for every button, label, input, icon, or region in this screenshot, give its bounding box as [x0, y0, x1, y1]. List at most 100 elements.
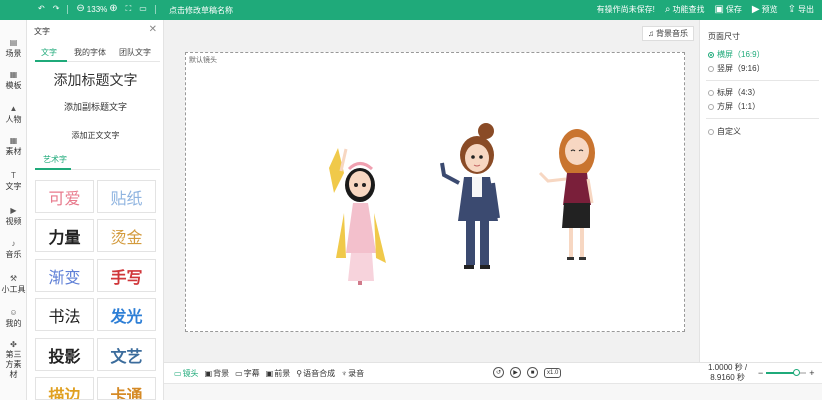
character-burgundy-girl[interactable] — [538, 129, 595, 260]
play-icon[interactable]: ▶ — [510, 367, 521, 378]
preview-label: 预览 — [761, 5, 778, 14]
total-time: 8.9160 秒 — [710, 373, 745, 382]
art-tile-cute[interactable]: 可爱 — [35, 180, 94, 213]
add-subheading-button[interactable]: 添加副标题文字 — [27, 100, 164, 113]
tab-art-text[interactable]: 艺术字 — [43, 154, 67, 165]
option-custom[interactable]: 自定义 — [708, 126, 741, 137]
video-icon: ▶ — [10, 206, 17, 215]
character-hanfu-girl[interactable] — [329, 148, 386, 285]
art-tile-shadow[interactable]: 投影 — [35, 338, 94, 371]
playback-speed[interactable]: x1.0 — [544, 367, 562, 378]
timeline-zoom: − + — [758, 368, 818, 378]
background-icon: ▣ — [204, 369, 213, 378]
canvas-area: ♫ 背景音乐 默认镜头 — [164, 20, 699, 362]
add-heading-button[interactable]: 添加标题文字 — [27, 70, 164, 90]
export-button[interactable]: ⇪ 导出 — [788, 4, 814, 15]
zoom-out-icon[interactable]: − — [758, 368, 763, 378]
tab-text[interactable]: 文字 — [41, 47, 57, 58]
tab-label: 字幕 — [243, 369, 260, 378]
nav-item-music[interactable]: ♪ 音乐 — [0, 239, 27, 260]
art-tile-literary[interactable]: 文艺 — [97, 338, 156, 371]
option-label: 方屏（1:1） — [717, 102, 761, 111]
nav-item-person[interactable]: ▲ 人物 — [0, 104, 27, 125]
art-tile-label: 可爱 — [48, 188, 81, 208]
tab-background[interactable]: ▣ 背景 — [205, 368, 230, 379]
zoom-out-icon[interactable]: ⊖ — [76, 4, 84, 14]
find-feature-label: 功能查找 — [672, 5, 705, 14]
camera-icon: ▭ — [174, 369, 182, 378]
character-business-woman[interactable] — [440, 123, 500, 269]
add-body-text-button[interactable]: 添加正文文字 — [27, 130, 164, 141]
option-label: 自定义 — [717, 127, 741, 136]
subtitle-icon[interactable]: ▭ — [139, 5, 147, 13]
art-tile-glow[interactable]: 发光 — [97, 298, 156, 331]
nav-item-tool[interactable]: ⚒ 小工具 — [0, 274, 27, 295]
nav-item-scene[interactable]: ▤ 场景 — [0, 38, 27, 59]
undo-icon[interactable]: ↶ — [38, 5, 45, 13]
tab-subtitle[interactable]: ▭ 字幕 — [235, 368, 260, 379]
toolbar-divider — [154, 4, 156, 14]
option-label: 横屏（16:9） — [717, 50, 765, 59]
nav-label: 素材 — [5, 147, 22, 156]
tab-my-fonts[interactable]: 我的字体 — [74, 47, 106, 58]
art-tile-label: 书法 — [48, 306, 81, 326]
tab-recording[interactable]: ♆ 录音 — [341, 368, 364, 379]
nav-label: 第三方素材 — [5, 350, 22, 379]
tab-label: 背景 — [213, 369, 230, 378]
zoom-slider[interactable] — [766, 369, 807, 376]
option-portrait[interactable]: 竖屏（9:16） — [708, 63, 765, 74]
nav-item-text[interactable]: T 文字 — [0, 171, 27, 192]
art-tile-cartoon[interactable]: 卡通 — [97, 377, 156, 400]
nav-item-template[interactable]: ▦ 模板 — [0, 70, 27, 91]
toolbar-right-group: 有操作尚未保存! ⌕ 功能查找 ▣ 保存 ▶ 预览 ⇪ 导出 — [597, 4, 814, 15]
nav-item-video[interactable]: ▶ 视频 — [0, 206, 27, 227]
nav-label: 小工具 — [1, 285, 26, 294]
toolbar-divider — [67, 4, 69, 14]
zoom-slider-handle[interactable] — [792, 369, 800, 376]
redo-icon[interactable]: ↷ — [53, 5, 60, 13]
close-icon[interactable]: ✕ — [149, 24, 157, 35]
art-tile-power[interactable]: 力量 — [35, 219, 94, 252]
save-button[interactable]: ▣ 保存 — [714, 4, 741, 15]
art-tile-outline[interactable]: 描边 — [35, 377, 94, 400]
stop-icon[interactable]: ■ — [527, 367, 538, 378]
zoom-in-icon[interactable]: + — [809, 368, 814, 378]
tab-label: 录音 — [348, 369, 365, 378]
art-tile-calligraphy[interactable]: 书法 — [35, 298, 94, 331]
option-standard[interactable]: 标屏（4:3） — [708, 87, 760, 98]
tool-icon: ⚒ — [9, 274, 18, 283]
tab-team-text[interactable]: 团队文字 — [119, 47, 151, 58]
timeline-ruler[interactable] — [164, 383, 822, 400]
art-tile-handwritten[interactable]: 手写 — [97, 259, 156, 292]
option-landscape[interactable]: 横屏（16:9） — [708, 49, 765, 60]
art-tile-gradient[interactable]: 渐变 — [35, 259, 94, 292]
art-tile-label: 烫金 — [110, 227, 143, 247]
zoom-control[interactable]: ⊖ 133% ⊕ — [76, 4, 117, 14]
art-tile-gold[interactable]: 烫金 — [97, 219, 156, 252]
fit-screen-icon[interactable]: ⛶ — [126, 5, 132, 13]
tab-speech-synthesis[interactable]: ⚲ 语音合成 — [296, 368, 335, 379]
tab-foreground[interactable]: ▣ 前景 — [266, 368, 291, 379]
option-square[interactable]: 方屏（1:1） — [708, 101, 760, 112]
nav-label: 模板 — [5, 81, 22, 90]
preview-button[interactable]: ▶ 预览 — [752, 4, 778, 15]
nav-item-third-party[interactable]: ✤ 第三方素材 — [0, 340, 27, 380]
nav-item-my[interactable]: ☺ 我的 — [0, 308, 27, 329]
radio-icon — [708, 128, 714, 135]
divider — [706, 118, 819, 119]
stage-canvas[interactable]: 默认镜头 — [185, 52, 685, 332]
background-music-button[interactable]: ♫ 背景音乐 — [642, 26, 694, 41]
find-feature-button[interactable]: ⌕ 功能查找 — [665, 4, 705, 15]
tab-label: 镜头 — [182, 369, 199, 378]
zoom-level: 133% — [86, 4, 108, 14]
tab-camera[interactable]: ▭ 镜头 — [174, 368, 199, 379]
timeline-tabs: ▭ 镜头 ▣ 背景 ▭ 字幕 ▣ 前景 ⚲ 语音合成 ♆ 录音 — [174, 368, 364, 379]
radio-icon — [708, 103, 714, 110]
nav-item-material[interactable]: ▦ 素材 — [0, 136, 27, 157]
project-title[interactable]: 点击修改草稿名称 — [169, 5, 233, 16]
rewind-icon[interactable]: ↺ — [493, 367, 504, 378]
stage-characters — [329, 123, 595, 285]
art-tile-sticker[interactable]: 贴纸 — [97, 180, 156, 213]
zoom-in-icon[interactable]: ⊕ — [109, 4, 117, 14]
nav-label: 场景 — [5, 49, 22, 58]
